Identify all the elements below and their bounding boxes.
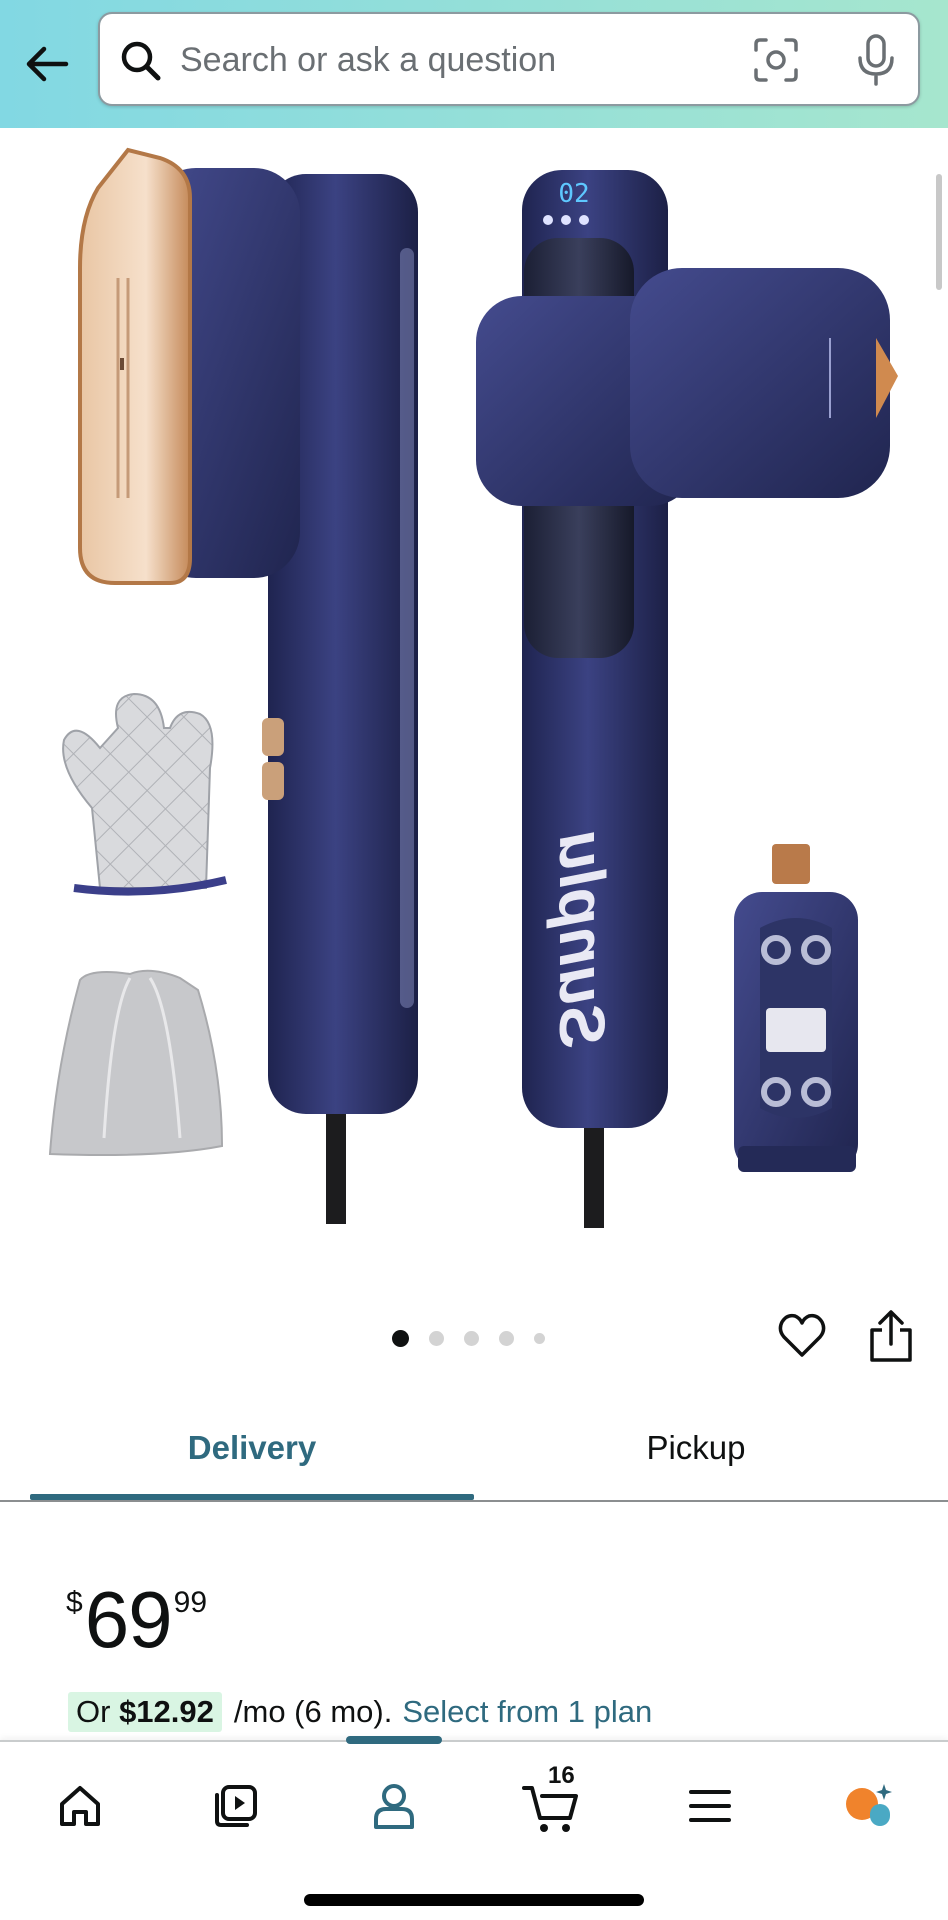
product-price: $ 69 99 [66, 1580, 207, 1660]
nav-rufus[interactable] [832, 1770, 904, 1842]
heart-icon[interactable] [776, 1310, 828, 1362]
storage-bag-accessory [48, 969, 224, 1156]
nav-home[interactable] [44, 1770, 116, 1842]
price-currency-symbol: $ [66, 1586, 83, 1619]
home-icon [60, 1786, 100, 1826]
plan-prefix: Or [76, 1694, 111, 1729]
plan-monthly-amount: $12.92 [119, 1694, 214, 1729]
soleplate [78, 147, 192, 585]
fulfillment-tabs: Delivery Pickup [0, 1396, 948, 1502]
search-input[interactable] [180, 32, 760, 88]
steamer-display-readout: 02 [558, 179, 589, 209]
page-scrollbar[interactable] [936, 174, 942, 290]
nav-cart[interactable]: 16 [516, 1762, 588, 1842]
plan-terms: /mo (6 mo). [233, 1694, 393, 1729]
nav-video[interactable] [200, 1770, 272, 1842]
video-icon [215, 1785, 257, 1827]
search-box[interactable] [98, 12, 920, 106]
steamer-head-right [630, 268, 890, 498]
tab-pickup[interactable]: Pickup [474, 1396, 918, 1500]
menu-icon [689, 1790, 731, 1822]
carousel-dot[interactable] [464, 1330, 479, 1346]
select-plan-link[interactable]: Select from 1 plan [402, 1694, 652, 1730]
price-whole: 69 [84, 1575, 173, 1664]
search-icon [121, 41, 161, 81]
price-fraction: 99 [173, 1586, 208, 1619]
nav-menu[interactable] [674, 1770, 746, 1842]
home-indicator-bar [304, 1894, 644, 1906]
payment-plan-offer: Or $12.92 /mo (6 mo). Select from 1 plan [68, 1688, 652, 1736]
cart-count-badge: 16 [548, 1762, 575, 1789]
carousel-dot[interactable] [534, 1332, 545, 1344]
plan-monthly-highlight: Or $12.92 [68, 1692, 222, 1732]
camera-scan-icon[interactable] [750, 34, 802, 86]
image-carousel-indicators [392, 1328, 545, 1348]
microphone-icon[interactable] [852, 32, 900, 88]
rufus-icon [846, 1784, 892, 1826]
top-search-bar [0, 0, 948, 128]
carousel-dot[interactable] [392, 1329, 409, 1347]
bottom-navigation-bar: 16 [0, 1736, 948, 1920]
steamer-brand-mark: Sunplu [546, 831, 618, 1048]
account-icon [374, 1784, 414, 1829]
share-icon[interactable] [866, 1308, 916, 1364]
nav-account[interactable] [358, 1770, 430, 1842]
selected-tab-indicator [30, 1494, 474, 1500]
carousel-dot[interactable] [429, 1330, 444, 1346]
carousel-dot[interactable] [499, 1330, 514, 1346]
back-arrow-icon[interactable] [22, 38, 74, 90]
product-image-gallery[interactable]: 02 Sunplu [0, 128, 948, 1268]
active-nav-indicator [346, 1736, 442, 1744]
oven-mitt-accessory [62, 692, 214, 889]
product-image[interactable]: 02 Sunplu [0, 128, 948, 1268]
tab-delivery[interactable]: Delivery [30, 1396, 474, 1500]
